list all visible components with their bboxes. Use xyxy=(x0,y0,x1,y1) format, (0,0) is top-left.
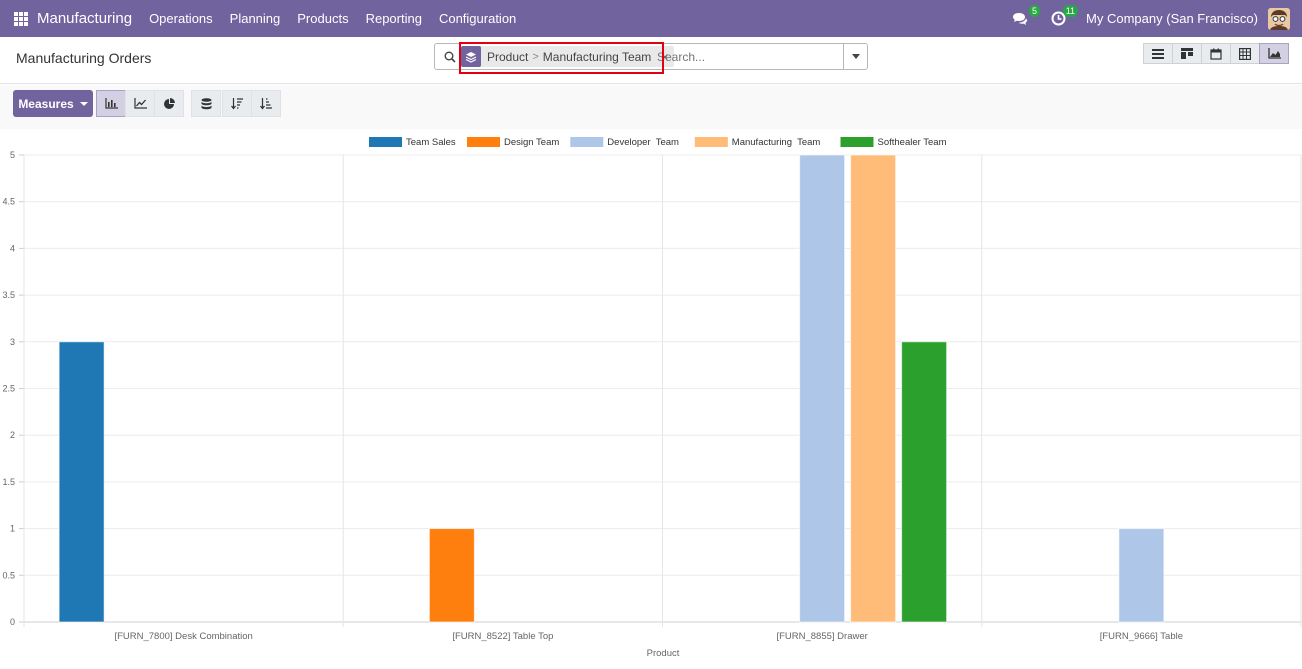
y-tick-label: 1 xyxy=(10,524,15,534)
pie-chart-icon xyxy=(164,97,175,109)
graph-area: 0 0.5 1 1.5 2 2.5 3 3.5 4 4.5 5 [FURN_7800] Desk Co… xyxy=(0,129,1302,664)
bar-1-1 xyxy=(428,528,475,623)
y-tick-label: 0 xyxy=(10,617,15,627)
search-input[interactable] xyxy=(657,47,837,66)
facet-field-product: Product xyxy=(487,49,529,64)
measures-label: Measures xyxy=(18,96,74,111)
pie-chart-button[interactable] xyxy=(154,90,184,117)
bar-3-2 xyxy=(1118,528,1165,623)
stacked-button[interactable] xyxy=(191,90,221,117)
legend-swatch xyxy=(570,137,604,147)
legend-swatch xyxy=(840,137,874,147)
legend-label: Softhealer Team xyxy=(878,137,947,148)
bar-chart-button[interactable] xyxy=(96,90,126,117)
messages-icon[interactable]: 5 xyxy=(1010,4,1041,29)
activities-count-badge: 11 xyxy=(1062,4,1079,17)
kanban-icon xyxy=(1181,48,1193,59)
list-icon xyxy=(1152,48,1164,59)
legend-label: Team Sales xyxy=(406,137,456,148)
menu-configuration[interactable]: Configuration xyxy=(439,11,516,26)
graph-view-button[interactable] xyxy=(1259,43,1289,64)
menu-planning[interactable]: Planning xyxy=(230,11,281,26)
bar-0-0 xyxy=(58,341,105,623)
legend-swatch xyxy=(369,137,402,147)
sort-ascending-icon xyxy=(259,97,272,109)
x-tick-label: [FURN_7800] Desk Combination xyxy=(114,631,252,642)
legend-swatch xyxy=(694,137,728,147)
bar-2-4 xyxy=(901,341,948,623)
sort-descending-icon xyxy=(230,97,243,109)
area-chart-icon xyxy=(1267,48,1281,59)
legend-label: Developer Team xyxy=(607,137,679,148)
y-tick-label: 1.5 xyxy=(2,477,15,487)
x-tick-label: [FURN_8855] Drawer xyxy=(776,631,867,642)
bar-chart-icon xyxy=(104,98,118,109)
chart-type-group xyxy=(96,90,184,117)
legend-swatch xyxy=(467,137,500,147)
list-view-button[interactable] xyxy=(1143,43,1173,64)
search-icon xyxy=(444,50,456,68)
bar-2-2 xyxy=(799,154,846,623)
calendar-icon xyxy=(1210,48,1222,60)
y-tick-label: 4.5 xyxy=(2,197,15,207)
apps-grid-icon[interactable] xyxy=(14,11,28,26)
y-tick-label: 4 xyxy=(10,243,15,253)
measures-dropdown-button[interactable]: Measures xyxy=(13,90,93,117)
x-tick-label: [FURN_8522] Table Top xyxy=(452,631,553,642)
menu-reporting[interactable]: Reporting xyxy=(366,11,422,26)
graph-toolbar: Measures xyxy=(0,85,1302,129)
page-title: Manufacturing Orders xyxy=(16,50,152,66)
sort-group xyxy=(222,90,281,117)
menu-products[interactable]: Products xyxy=(297,11,348,26)
control-panel: Manufacturing Orders Product > Manufactu… xyxy=(0,37,1302,84)
y-tick-label: 2 xyxy=(10,430,15,440)
pivot-view-button[interactable] xyxy=(1230,43,1260,64)
groupby-facet[interactable]: Product > Manufacturing Team × xyxy=(461,46,675,67)
menu-operations[interactable]: Operations xyxy=(149,11,213,26)
calendar-view-button[interactable] xyxy=(1201,43,1231,64)
facet-field-team: Manufacturing Team xyxy=(542,49,652,64)
view-switcher xyxy=(1143,43,1289,64)
line-chart-button[interactable] xyxy=(125,90,155,117)
sort-ascending-button[interactable] xyxy=(251,90,281,117)
top-navbar: Manufacturing Operations Planning Produc… xyxy=(0,0,1302,37)
search-bar[interactable]: Product > Manufacturing Team × xyxy=(434,43,868,70)
sort-descending-button[interactable] xyxy=(222,90,252,117)
stack-group xyxy=(191,90,221,117)
facet-separator: > xyxy=(532,50,539,63)
caret-down-icon xyxy=(851,54,860,59)
pivot-table-icon xyxy=(1239,47,1251,60)
activities-clock-icon[interactable]: 11 xyxy=(1048,4,1079,29)
x-axis-label: Product xyxy=(647,648,680,659)
caret-down-icon xyxy=(79,101,88,106)
bar-2-3 xyxy=(850,154,897,623)
kanban-view-button[interactable] xyxy=(1172,43,1202,64)
y-tick-label: 2.5 xyxy=(2,384,15,394)
messages-count-badge: 5 xyxy=(1029,4,1041,17)
legend-label: Manufacturing Team xyxy=(732,137,821,148)
user-avatar[interactable] xyxy=(1268,7,1290,30)
y-tick-label: 5 xyxy=(10,150,15,160)
legend-label: Design Team xyxy=(504,137,559,148)
y-tick-label: 3.5 xyxy=(2,290,15,300)
search-options-toggle[interactable] xyxy=(843,44,867,69)
y-tick-label: 0.5 xyxy=(2,570,15,580)
line-chart-icon xyxy=(133,98,147,109)
bar-chart: 0 0.5 1 1.5 2 2.5 3 3.5 4 4.5 5 [FURN_7800] Desk Co… xyxy=(2,137,1302,659)
y-tick-label: 3 xyxy=(10,337,15,347)
app-brand[interactable]: Manufacturing xyxy=(37,10,132,27)
layers-icon xyxy=(461,46,481,67)
database-icon xyxy=(201,97,211,109)
company-switcher[interactable]: My Company (San Francisco) xyxy=(1086,11,1258,26)
x-tick-label: [FURN_9666] Table xyxy=(1100,631,1183,642)
